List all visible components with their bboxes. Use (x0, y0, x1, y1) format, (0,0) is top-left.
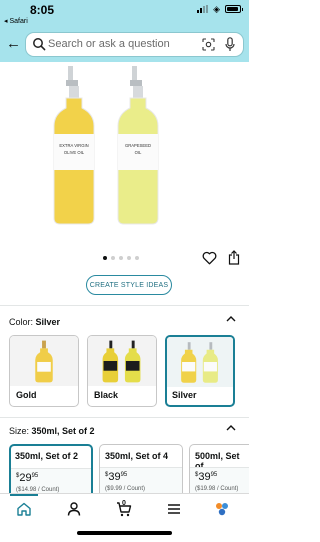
share-icon[interactable] (228, 250, 240, 265)
size-option-350ml-set-of-2[interactable]: 350ml, Set of 2 $2995 ($14.98 / Count) (9, 444, 93, 500)
swatch-label: Black (94, 390, 119, 400)
battery-icon (225, 5, 243, 13)
home-indicator (77, 531, 172, 535)
chevron-up-icon[interactable] (226, 315, 236, 322)
selected-size: 350ml, Set of 2 (31, 426, 95, 436)
chevron-up-icon[interactable] (226, 424, 236, 431)
cart-count: 0 (122, 500, 126, 507)
back-arrow-icon[interactable]: ← (6, 36, 21, 52)
color-option-silver[interactable]: Silver (165, 335, 235, 407)
size-option-500ml[interactable]: 500ml, Set of $3995 ($19.98 / Count) (189, 444, 249, 500)
color-option-gold[interactable]: Gold (9, 335, 79, 407)
wifi-icon: ◈ (213, 4, 220, 14)
price: $3995 (105, 471, 128, 483)
home-icon[interactable] (16, 501, 32, 517)
svg-text:EXTRA VIRGIN: EXTRA VIRGIN (59, 143, 88, 148)
svg-text:GRAPESEED: GRAPESEED (125, 143, 151, 148)
carousel-dot[interactable] (119, 256, 123, 260)
unit-price: ($9.99 / Count) (105, 486, 146, 492)
price: $3995 (195, 471, 218, 483)
color-option-black[interactable]: Black (87, 335, 157, 407)
account-icon[interactable] (66, 501, 82, 517)
size-option-name: 350ml, Set of 2 (15, 451, 79, 461)
search-box[interactable]: Search or ask a question (26, 33, 243, 56)
create-style-ideas-button[interactable]: CREATE STYLE IDEAS (86, 275, 172, 295)
carousel-dot[interactable] (127, 256, 131, 260)
search-header: ← Search or ask a question (0, 28, 249, 62)
back-to-safari-link[interactable]: ◂ Safari (4, 17, 28, 25)
image-carousel-dots[interactable] (103, 256, 139, 260)
nav-active-indicator (10, 494, 38, 496)
size-selection-label: Size: 350ml, Set of 2 (9, 426, 95, 436)
swatch-image (167, 337, 233, 387)
status-time: 8:05 (30, 3, 55, 17)
svg-text:OIL: OIL (135, 150, 142, 155)
status-bar: 8:05 ◂ Safari ◈ (0, 0, 249, 28)
selected-color: Silver (35, 317, 61, 327)
swatch-label: Gold (16, 390, 37, 400)
swatch-image (10, 336, 78, 386)
carousel-dot[interactable] (103, 256, 107, 260)
size-option-350ml-set-of-4[interactable]: 350ml, Set of 4 $3995 ($9.99 / Count) (99, 444, 183, 500)
carousel-dot[interactable] (111, 256, 115, 260)
heart-icon[interactable] (202, 251, 217, 265)
price: $2995 (16, 472, 39, 484)
unit-price: ($19.98 / Count) (195, 486, 239, 492)
menu-icon[interactable] (166, 501, 182, 517)
search-icon (33, 38, 46, 51)
rufus-ai-icon[interactable] (214, 501, 230, 517)
svg-text:OLIVE OIL: OLIVE OIL (64, 150, 85, 155)
camera-scan-icon[interactable] (202, 38, 215, 51)
divider (0, 417, 249, 418)
swatch-label: Silver (172, 390, 197, 400)
carousel-dot[interactable] (135, 256, 139, 260)
signal-icon (197, 5, 209, 13)
product-image[interactable]: EXTRA VIRGIN OLIVE OIL GRAPESEED OIL (36, 62, 204, 230)
status-icons: ◈ (197, 4, 243, 14)
microphone-icon[interactable] (225, 37, 235, 52)
swatch-image (88, 336, 156, 386)
search-input[interactable]: Search or ask a question (48, 38, 170, 50)
divider (0, 305, 249, 306)
size-option-name: 350ml, Set of 4 (105, 451, 169, 461)
color-selection-label: Color: Silver (9, 317, 61, 327)
